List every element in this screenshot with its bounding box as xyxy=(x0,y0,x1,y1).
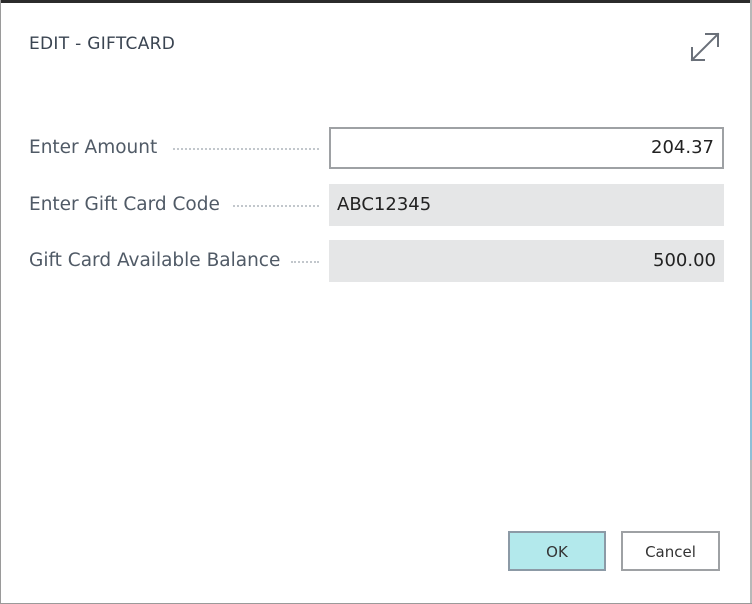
giftcard-edit-dialog: EDIT - GIFTCARD Enter Amount Enter Gift … xyxy=(0,0,752,604)
available-balance-label: Gift Card Available Balance xyxy=(29,250,281,271)
window-left-border xyxy=(0,0,1,604)
enter-amount-label: Enter Amount xyxy=(29,137,158,158)
ok-button[interactable]: OK xyxy=(508,531,606,571)
field-row-available-balance: Gift Card Available Balance 500.00 xyxy=(29,240,724,282)
expand-arrows-icon xyxy=(690,32,720,62)
field-row-enter-amount: Enter Amount xyxy=(29,127,724,169)
cancel-button[interactable]: Cancel xyxy=(621,531,720,571)
dialog-title: EDIT - GIFTCARD xyxy=(29,34,176,54)
enter-amount-input[interactable] xyxy=(329,127,724,169)
leader-dots xyxy=(173,148,319,152)
available-balance-value[interactable]: 500.00 xyxy=(329,240,724,282)
leader-dots xyxy=(291,261,319,265)
field-row-gift-card-code: Enter Gift Card Code ABC12345 xyxy=(29,184,724,226)
gift-card-code-value[interactable]: ABC12345 xyxy=(329,184,724,226)
expand-button[interactable] xyxy=(686,28,724,66)
window-top-border xyxy=(0,0,752,3)
gift-card-code-label: Enter Gift Card Code xyxy=(29,194,220,215)
leader-dots xyxy=(233,205,319,209)
